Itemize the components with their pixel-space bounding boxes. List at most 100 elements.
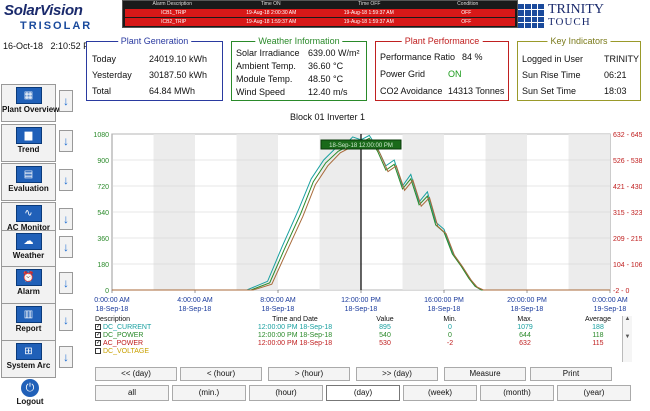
y-tick-label-left: 720 bbox=[97, 184, 109, 191]
legend-time bbox=[235, 348, 355, 356]
legend-checkbox[interactable]: ✓ bbox=[95, 324, 101, 331]
alarm-banner[interactable]: Alarm Description Time ON Time OFF Condi… bbox=[122, 0, 518, 28]
arrow-down-icon[interactable]: ↓ bbox=[59, 272, 73, 294]
legend-checkbox[interactable]: ✓ bbox=[95, 340, 101, 347]
alarm-condition: OFF bbox=[461, 10, 472, 16]
legend-series-name: DC_VOLTAGE bbox=[103, 348, 150, 355]
legend-row[interactable]: ✓ DC_CURRENT 12:00:00 PM 18-Sep-18 895 0 1079… bbox=[95, 324, 631, 332]
sidebar-item-alarm[interactable]: ⏰ Alarm ↓ bbox=[1, 266, 77, 304]
brand-grid-icon bbox=[518, 4, 544, 28]
perf-value-co2: 14313 Tonnes bbox=[448, 86, 505, 96]
gen-value-yesterday: 30187.50 kWh bbox=[149, 70, 208, 80]
legend-time: 12:00:00 PM 18-Sep-18 bbox=[257, 340, 333, 347]
evaluation-button[interactable]: ▤ Evaluation bbox=[1, 163, 56, 201]
legend-time: 12:00:00 PM 18-Sep-18 bbox=[257, 324, 333, 331]
legend-row[interactable]: ✓ AC_POWER 12:00:00 PM 18-Sep-18 530 -2 632 11… bbox=[95, 340, 631, 348]
range-button-5[interactable]: (month) bbox=[480, 385, 554, 401]
y-tick-label-right: 104 - 106 bbox=[613, 262, 642, 269]
y-tick-label-right: 209 - 215 bbox=[613, 236, 642, 243]
weather-label-ambient: Ambient Temp. bbox=[236, 61, 296, 71]
nav-button-3[interactable]: >> (day) bbox=[356, 367, 438, 381]
arrow-down-icon[interactable]: ↓ bbox=[59, 236, 73, 258]
y-tick-label-left: 360 bbox=[97, 236, 109, 243]
range-button-6[interactable]: (year) bbox=[557, 385, 631, 401]
y-tick-label-right: 632 - 645 bbox=[613, 132, 642, 139]
sidebar-item-system-arc[interactable]: ⊞ System Arc ↓ bbox=[1, 340, 77, 378]
legend-min bbox=[415, 348, 485, 356]
range-button-2[interactable]: (hour) bbox=[249, 385, 323, 401]
alarm-time-on: 19-Aug-18 1:59:37 AM bbox=[246, 19, 297, 25]
legend-name: DC_VOLTAGE bbox=[95, 348, 235, 356]
legend-checkbox[interactable] bbox=[95, 348, 101, 355]
x-tick-label-date: 18-Sep-18 bbox=[262, 306, 295, 313]
logout-button[interactable]: ⏻ Logout bbox=[4, 379, 56, 411]
panel-title: Plant Performance bbox=[401, 36, 483, 46]
y-tick-label-left: 1080 bbox=[93, 132, 109, 139]
range-button-0[interactable]: all bbox=[95, 385, 169, 401]
nav-button-1[interactable]: < (hour) bbox=[180, 367, 262, 381]
alarm-time-off: 19-Aug-18 1:59:37 AM bbox=[343, 10, 394, 16]
nav-label: Evaluation bbox=[8, 184, 49, 193]
arrow-down-icon[interactable]: ↓ bbox=[59, 346, 73, 368]
alarm-row[interactable]: ICB1_TRIP 19-Aug-18 2:00:30 AM 19-Aug-18… bbox=[125, 9, 515, 17]
weather-button[interactable]: ☁ Weather bbox=[1, 230, 56, 268]
legend-scrollbar[interactable]: ▲ ▼ bbox=[622, 316, 632, 362]
y-tick-label-right: 315 - 323 bbox=[613, 210, 642, 217]
alarm-time-on: 19-Aug-18 2:00:30 AM bbox=[246, 10, 297, 16]
legend-col-min: Min. bbox=[443, 316, 457, 323]
legend-max: 644 bbox=[519, 332, 531, 339]
range-button-1[interactable]: (min.) bbox=[172, 385, 246, 401]
legend-header-row: Description Time and Date Value Min. Max… bbox=[95, 316, 631, 324]
legend-row[interactable]: ✓ DC_POWER 12:00:00 PM 18-Sep-18 540 0 644 118 bbox=[95, 332, 631, 340]
system-arc-button[interactable]: ⊞ System Arc bbox=[1, 340, 56, 378]
arrow-down-icon[interactable]: ↓ bbox=[59, 169, 73, 191]
sidebar-item-weather[interactable]: ☁ Weather ↓ bbox=[1, 226, 77, 268]
alarm-row[interactable]: ICB2_TRIP 19-Aug-18 1:59:37 AM 19-Aug-18… bbox=[125, 18, 515, 26]
panel-title: Plant Generation bbox=[117, 36, 192, 46]
logo-solarvision: SolarVision bbox=[4, 2, 83, 19]
legend-col-time: Time and Date bbox=[272, 316, 318, 323]
trend-icon: ▆ bbox=[15, 127, 42, 144]
arrow-down-icon[interactable]: ↓ bbox=[59, 130, 73, 152]
weather-label-irradiance: Solar Irradiance bbox=[236, 48, 300, 58]
legend-name: ✓ AC_POWER bbox=[95, 340, 235, 348]
weather-value-ambient: 36.60 °C bbox=[308, 61, 344, 71]
alarm-button[interactable]: ⏰ Alarm bbox=[1, 266, 56, 304]
ac-monitor-icon: ∿ bbox=[15, 205, 42, 222]
sidebar-item-plant-overview[interactable]: ▦ Plant Overview ↓ bbox=[1, 84, 77, 122]
sidebar-item-evaluation[interactable]: ▤ Evaluation ↓ bbox=[1, 163, 77, 201]
trend-button[interactable]: ▆ Trend bbox=[1, 124, 56, 162]
nav-button-4[interactable]: Measure bbox=[444, 367, 526, 381]
system-arc-icon: ⊞ bbox=[15, 343, 42, 360]
sidebar-item-report[interactable]: ▥ Report ↓ bbox=[1, 303, 77, 341]
x-tick-label-date: 18-Sep-18 bbox=[345, 306, 378, 313]
gen-label-total: Total bbox=[92, 86, 112, 96]
sidebar-item-trend[interactable]: ▆ Trend ↓ bbox=[1, 124, 77, 162]
nav-button-0[interactable]: << (day) bbox=[95, 367, 177, 381]
legend-checkbox[interactable]: ✓ bbox=[95, 332, 101, 339]
x-tick-label-time: 0:00:00 AM bbox=[94, 297, 130, 304]
trend-chart[interactable]: 0 180 360 540 720 900 1080 -2 - 0 104 - 106 209 -… bbox=[82, 124, 642, 316]
arrow-down-icon[interactable]: ↓ bbox=[59, 309, 73, 331]
legend-value: 540 bbox=[379, 332, 391, 339]
nav-button-5[interactable]: Print bbox=[530, 367, 612, 381]
brand-line2: TOUCH bbox=[548, 16, 591, 28]
x-tick-label-time: 8:00:00 AM bbox=[260, 297, 296, 304]
legend-min: 0 bbox=[448, 332, 452, 339]
alarm-icon: ⏰ bbox=[15, 269, 42, 286]
arrow-down-icon[interactable]: ↓ bbox=[59, 90, 73, 112]
nav-button-2[interactable]: > (hour) bbox=[268, 367, 350, 381]
legend-name: ✓ DC_CURRENT bbox=[95, 324, 235, 332]
key-value-user: TRINITY bbox=[604, 54, 639, 64]
range-button-3[interactable]: (day) bbox=[326, 385, 400, 401]
plant-overview-button[interactable]: ▦ Plant Overview bbox=[1, 84, 59, 122]
report-button[interactable]: ▥ Report bbox=[1, 303, 56, 341]
weather-icon: ☁ bbox=[15, 233, 42, 250]
brand-text: TRINITY TOUCH bbox=[548, 2, 604, 29]
panel-title: Key Indicators bbox=[547, 36, 611, 46]
x-tick-label-time: 0:00:00 AM bbox=[592, 297, 628, 304]
brand-line1: TRINITY bbox=[548, 2, 604, 17]
legend-series-name: AC_POWER bbox=[103, 340, 144, 347]
legend-row[interactable]: DC_VOLTAGE bbox=[95, 348, 631, 356]
range-button-4[interactable]: (week) bbox=[403, 385, 477, 401]
